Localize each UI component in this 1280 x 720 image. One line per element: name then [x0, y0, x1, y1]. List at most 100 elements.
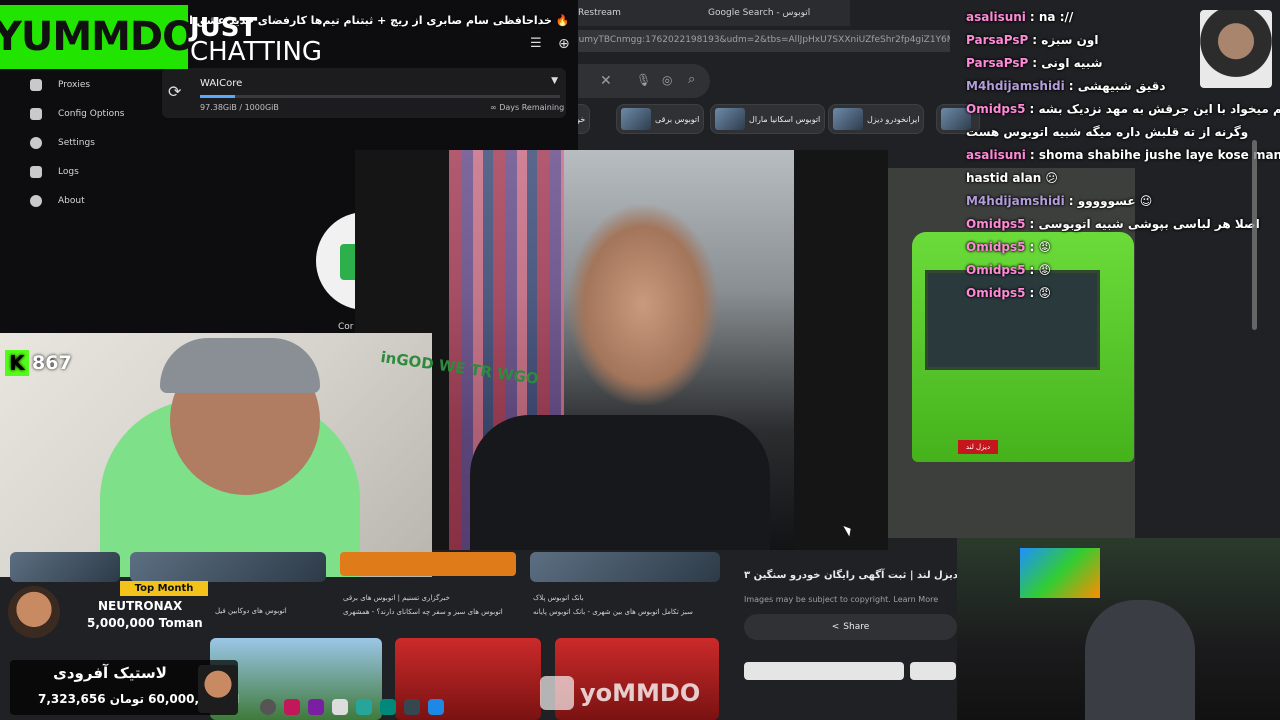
list-icon [30, 78, 42, 91]
chat-text: عسووووو 😉 [1077, 194, 1153, 208]
share-button[interactable]: < Share [744, 614, 957, 640]
chat-message: asalisuni: na :// [966, 6, 1256, 29]
result-thumb[interactable] [130, 552, 326, 582]
chat-message: ParsaPsP: اون سبزه [966, 29, 1256, 52]
goal-title: لاستیک آفرودی [53, 664, 167, 682]
goal-avatar [198, 665, 238, 713]
chat-text: عیل خانم میخواد با این جرقش به مهد نزدیک… [1038, 102, 1280, 116]
chat-text: شبیه اونی [1041, 56, 1103, 70]
chat-scrollbar[interactable] [1252, 140, 1257, 330]
app-icon[interactable] [308, 699, 324, 715]
chat-text: hastid alan 😕 [966, 171, 1058, 185]
sidebar-item-proxies[interactable]: Proxies [30, 70, 160, 99]
sidebar-item-about[interactable]: About [30, 186, 160, 215]
chat-message: وگرنه از ته قلبش داره میگه شبیه اتوبوس ه… [966, 121, 1256, 144]
chat-panel: asalisuni: na ://ParsaPsP: اون سبزه Parsa… [966, 6, 1280, 305]
chat-username[interactable]: Omidps5 [966, 286, 1026, 300]
server-name: WAICore [200, 78, 243, 89]
sidebar-item-settings[interactable]: Settings [30, 128, 160, 157]
box-icon [30, 107, 42, 120]
chat-username[interactable]: M4hdijamshidi [966, 79, 1065, 93]
chat-message: M4hdijamshidi: دقیق شبیهشی [966, 75, 1256, 98]
result-caption[interactable]: خبرگزاری تسنیم | اتوبوس های برقی [343, 594, 450, 602]
refresh-icon[interactable]: ⟳ [168, 82, 181, 101]
app-icon[interactable] [260, 699, 276, 715]
chat-separator: : [1029, 148, 1039, 162]
file-icon[interactable] [332, 699, 348, 715]
chat-username[interactable]: Omidps5 [966, 263, 1026, 277]
chat-message: Omidps5: 😡 [966, 236, 1256, 259]
connect-label: Cor [338, 322, 354, 332]
app-icon[interactable] [356, 699, 372, 715]
chat-username[interactable]: M4hdijamshidi [966, 194, 1065, 208]
viewer-count: K 867 [5, 350, 72, 376]
app-icon[interactable] [380, 699, 396, 715]
result-thumb[interactable] [910, 662, 956, 680]
chat-message: Omidps5: عیل خانم میخواد با این جرقش به … [966, 98, 1280, 121]
monitor-screen [1020, 548, 1100, 598]
chat-username[interactable]: Omidps5 [966, 217, 1026, 231]
chat-message: Omidps5: 😡 [966, 259, 1256, 282]
search-icon[interactable]: ⌕ [688, 72, 695, 87]
address-bar[interactable]: ...umyTBCnmgg:1762022198193&udm=2&tbs=Al… [560, 30, 950, 52]
chat-text: اصلا هر لباسی بپوشی شبیه اتوبوسی [1038, 217, 1260, 231]
chat-username[interactable]: ParsaPsP [966, 56, 1028, 70]
chat-message: asalisuni: shoma shabihe jushe laye kose… [966, 144, 1280, 167]
chat-text: 😡 [1038, 263, 1051, 277]
donor-avatar [8, 586, 60, 638]
app-icon[interactable] [284, 699, 300, 715]
result-caption[interactable]: اتوبوس های سبز و سفر چه اسکانای دارند؟ -… [343, 608, 503, 616]
app-icon[interactable] [428, 699, 444, 715]
chevron-down-icon[interactable]: ▼ [551, 76, 558, 86]
chat-separator: : [1068, 194, 1078, 208]
chat-text: 😡 [1038, 240, 1051, 254]
chat-username[interactable]: asalisuni [966, 10, 1026, 24]
guest-shirt [470, 415, 770, 550]
add-icon[interactable]: ⊕ [558, 36, 570, 52]
info-icon [30, 194, 42, 207]
chat-username[interactable]: Omidps5 [966, 102, 1026, 116]
result-caption[interactable]: بانک اتوبوس پلاک [533, 594, 584, 602]
clear-icon[interactable]: ✕ [600, 73, 612, 89]
tab-restream[interactable]: Restream [570, 4, 629, 24]
chat-username[interactable]: asalisuni [966, 148, 1026, 162]
chat-username[interactable]: Omidps5 [966, 240, 1026, 254]
chat-text: اون سبزه [1041, 33, 1099, 47]
sliders-icon[interactable]: ☰ [530, 36, 542, 51]
result-caption[interactable]: اتوبوس های دوکابین فیل [215, 607, 287, 615]
top-donor-name: NEUTRONAX [98, 599, 183, 613]
result-thumb[interactable] [530, 552, 720, 582]
mic-icon[interactable]: 🎙 [636, 73, 651, 87]
chat-message: Omidps5: 😡 [966, 282, 1256, 305]
guest-face [568, 205, 718, 405]
chat-message: ParsaPsP: شبیه اونی [966, 52, 1256, 75]
result-thumb[interactable] [10, 552, 120, 582]
chat-separator: : [1032, 56, 1042, 70]
steam-icon[interactable] [404, 699, 420, 715]
chat-separator: : [1068, 79, 1078, 93]
sidebar-item-config-options[interactable]: Config Options [30, 99, 160, 128]
tab-google-search[interactable]: Google Search - اتوبوس [700, 4, 818, 24]
chat-text: 😡 [1038, 286, 1051, 300]
stream-canvas: Restream Google Search - اتوبوس ...umyTB… [0, 0, 1280, 720]
chat-text: وگرنه از ته قلبش داره میگه شبیه اتوبوس ه… [966, 125, 1249, 139]
chat-text: na :// [1038, 10, 1074, 24]
lens-icon[interactable]: ◎ [662, 73, 672, 87]
result-thumb[interactable] [744, 662, 904, 680]
copyright-note: Images may be subject to copyright. Lear… [744, 595, 939, 604]
usage-bar [200, 95, 560, 98]
chat-message: hastid alan 😕 [966, 167, 1256, 190]
stream-category: JUST CHATTING [190, 13, 323, 67]
result-thumb[interactable] [340, 552, 516, 576]
streamer-cap [160, 338, 320, 393]
top-month-badge: Top Month [120, 581, 208, 596]
sidebar-item-logs[interactable]: Logs [30, 157, 160, 186]
chat-username[interactable]: ParsaPsP [966, 33, 1028, 47]
result-caption[interactable]: سبز تکامل اتوبوس های بین شهری - بانک اتو… [533, 608, 693, 616]
top-donor-amount: 5,000,000 Toman [87, 616, 203, 630]
usage-text: 97.38GiB / 1000GiB [200, 103, 279, 112]
search-input[interactable]: ✕ 🎙 ◎ ⌕ [560, 64, 710, 98]
document-icon [30, 165, 42, 178]
chat-text: shoma shabihe jushe laye kose man [1038, 148, 1280, 162]
vpn-sidebar: Proxies Config Options Settings Logs Abo… [30, 70, 160, 215]
